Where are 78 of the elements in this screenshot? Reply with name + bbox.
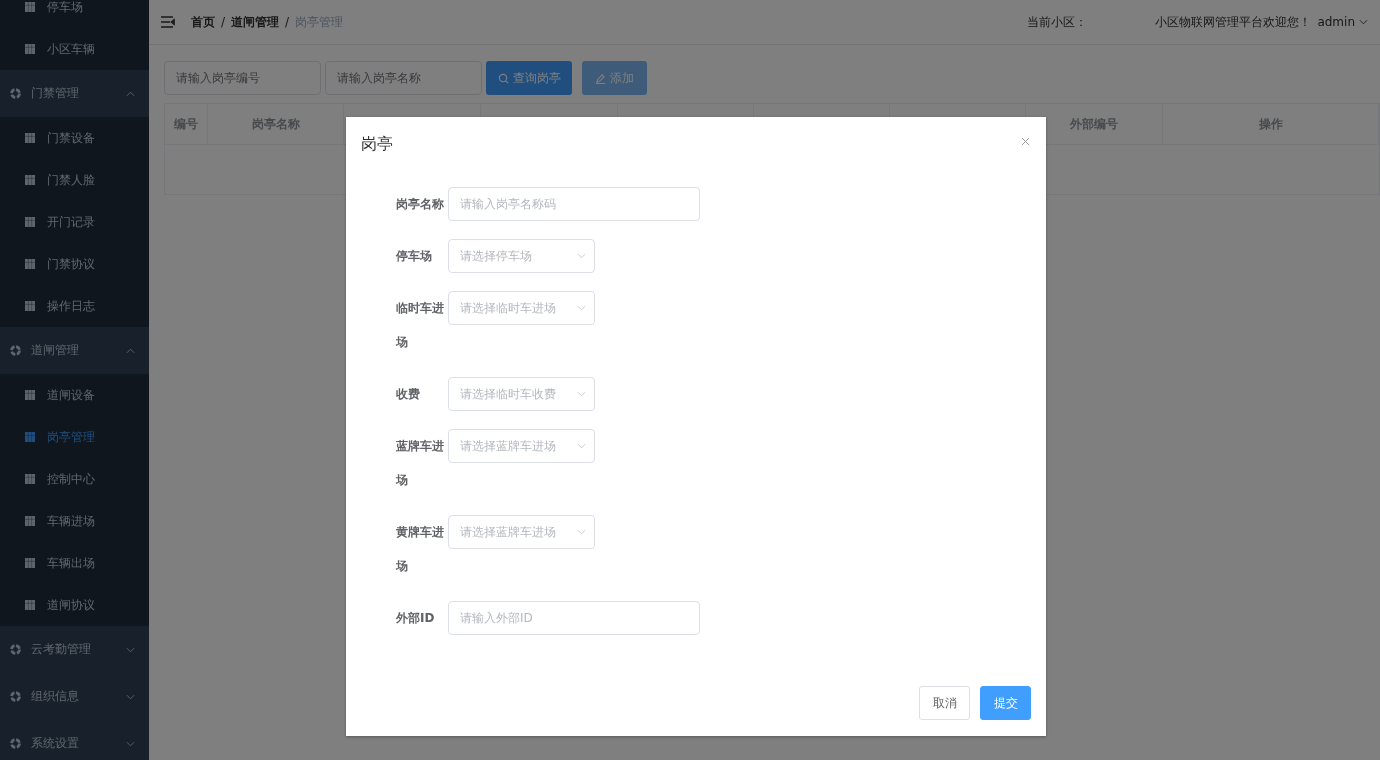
form-label: 蓝牌车进场	[396, 438, 445, 489]
grid-icon	[25, 516, 35, 526]
grid-icon	[25, 259, 35, 269]
ring-icon	[10, 738, 21, 749]
chevron-icon	[126, 740, 135, 747]
menu-item[interactable]: 车辆出场	[0, 542, 149, 584]
breadcrumb-link[interactable]: 首页	[191, 13, 215, 31]
form-label: 外部ID	[396, 610, 436, 627]
ring-icon	[10, 345, 21, 356]
breadcrumb-separator: /	[221, 15, 226, 29]
chevron-icon	[577, 305, 586, 311]
form-label: 岗亭名称	[396, 196, 445, 213]
search-field[interactable]: 请输入岗亭编号	[164, 61, 321, 95]
menu-item[interactable]: 岗亭管理	[0, 416, 149, 458]
menu-item[interactable]: 车辆进场	[0, 500, 149, 542]
input-field[interactable]: 请输入外部ID	[448, 601, 700, 635]
form-label: 黄牌车进场	[396, 524, 445, 575]
select-field[interactable]: 请选择临时车进场	[448, 291, 595, 325]
menu-item[interactable]: 门禁协议	[0, 243, 149, 285]
toolbar-button[interactable]: 查询岗亭	[486, 61, 572, 95]
grid-icon	[25, 133, 35, 143]
search-icon	[497, 72, 509, 84]
caret-icon	[1359, 19, 1368, 25]
chevron-icon	[577, 443, 586, 449]
ring-icon	[10, 644, 21, 655]
select-field[interactable]: 请选择停车场	[448, 239, 595, 273]
select-placeholder: 请选择蓝牌车进场	[459, 437, 557, 455]
ring-icon	[10, 691, 21, 702]
input-field[interactable]: 请输入岗亭名称码	[448, 187, 700, 221]
menu-item[interactable]: 门禁人脸	[0, 159, 149, 201]
menu-item[interactable]: 门禁设备	[0, 117, 149, 159]
select-placeholder: 请选择临时车收费	[459, 385, 557, 403]
form-label: 停车场	[396, 248, 433, 265]
dialog-title: 岗亭	[361, 134, 393, 155]
menu-item[interactable]: 道闸设备	[0, 374, 149, 416]
chevron-icon	[126, 646, 135, 653]
user-menu[interactable]: admin	[1317, 15, 1368, 29]
form-label: 临时车进场	[396, 300, 445, 351]
chevron-icon	[126, 90, 135, 97]
chevron-icon	[126, 693, 135, 700]
chevron-icon	[577, 529, 586, 535]
grid-icon	[25, 217, 35, 227]
menu-item[interactable]: 小区车辆	[0, 28, 149, 70]
breadcrumb-separator: /	[285, 15, 290, 29]
grid-icon	[25, 432, 35, 442]
menu-item[interactable]: 控制中心	[0, 458, 149, 500]
grid-icon	[25, 301, 35, 311]
grid-icon	[25, 474, 35, 484]
close-icon[interactable]	[1021, 137, 1030, 146]
menu-item[interactable]: 停车场	[0, 0, 149, 28]
form-label: 收费	[396, 386, 421, 403]
grid-icon	[25, 2, 35, 12]
select-field[interactable]: 请选择蓝牌车进场	[448, 429, 595, 463]
grid-icon	[25, 558, 35, 568]
welcome-text: 小区物联网管理平台欢迎您！	[1155, 13, 1312, 31]
ring-icon	[10, 88, 21, 99]
community-label: 当前小区：	[1027, 13, 1088, 31]
search-field[interactable]: 请输入岗亭名称	[325, 61, 482, 95]
select-field[interactable]: 请选择临时车收费	[448, 377, 595, 411]
select-field[interactable]: 请选择蓝牌车进场	[448, 515, 595, 549]
chevron-icon	[577, 253, 586, 259]
menu-item[interactable]: 操作日志	[0, 285, 149, 327]
breadcrumb-link[interactable]: 道闸管理	[231, 13, 280, 31]
chevron-icon	[577, 391, 586, 397]
grid-icon	[25, 600, 35, 610]
menu-item[interactable]: 道闸协议	[0, 584, 149, 626]
menu-item[interactable]: 开门记录	[0, 201, 149, 243]
grid-icon	[25, 44, 35, 54]
select-placeholder: 请选择停车场	[459, 247, 533, 265]
submit-button[interactable]: 提交	[980, 686, 1031, 720]
select-placeholder: 请选择蓝牌车进场	[459, 523, 557, 541]
grid-icon	[25, 390, 35, 400]
grid-icon	[25, 175, 35, 185]
chevron-icon	[126, 347, 135, 354]
cancel-button[interactable]: 取消	[919, 686, 970, 720]
menu-icon[interactable]	[161, 16, 175, 28]
pencil-icon	[595, 72, 606, 84]
select-placeholder: 请选择临时车进场	[459, 299, 557, 317]
